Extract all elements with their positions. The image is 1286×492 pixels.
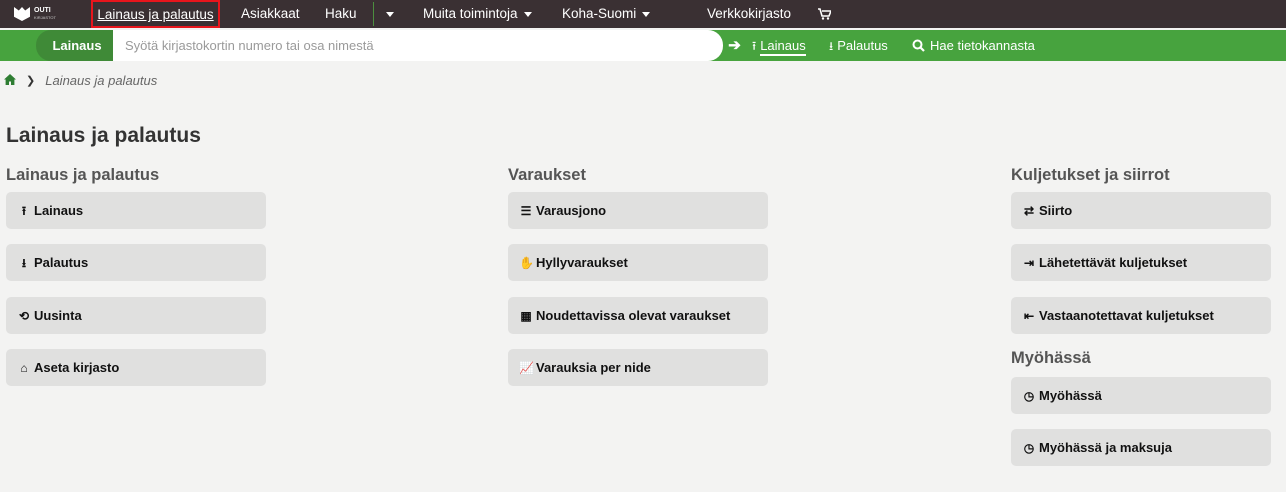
logo-subtext: KIRJASTOT xyxy=(34,15,56,20)
hold-ratios-button[interactable]: 📈 Varauksia per nide xyxy=(508,349,768,386)
checkout-link[interactable]: ⭱ Lainaus xyxy=(752,30,806,61)
search-mode-label: Lainaus xyxy=(36,30,118,61)
line-chart-icon: 📈 xyxy=(519,361,534,375)
home-icon: ⌂ xyxy=(20,361,28,375)
sign-out-icon: ⇥ xyxy=(1023,256,1035,270)
retweet-icon: ⟲ xyxy=(18,309,30,323)
download-icon: ⭳ xyxy=(829,39,834,53)
heading-transfers: Kuljetukset ja siirrot xyxy=(1011,166,1170,184)
home-icon[interactable] xyxy=(4,73,16,88)
heading-holds: Varaukset xyxy=(508,166,586,184)
nav-koha-suomi[interactable]: Koha-Suomi xyxy=(562,0,651,28)
sign-in-icon: ⇤ xyxy=(1023,309,1035,323)
top-navbar: OUTI KIRJASTOT Lainaus ja palautus Asiakk… xyxy=(0,0,1286,28)
hand-icon: ✋ xyxy=(519,256,534,270)
transfers-to-send-button[interactable]: ⇥ Lähetettävät kuljetukset xyxy=(1011,244,1271,281)
patron-search-input[interactable] xyxy=(113,30,723,61)
caret-down-icon xyxy=(386,11,394,17)
breadcrumb: ❯ Lainaus ja palautus xyxy=(4,72,157,88)
download-icon: ⭳ xyxy=(21,256,27,270)
logo-text: OUTI xyxy=(34,7,51,14)
arrow-right-icon[interactable]: ➔ xyxy=(726,37,743,54)
overdues-button[interactable]: ◷ Myöhässä xyxy=(1011,377,1271,414)
checkout-button[interactable]: ⭱ Lainaus xyxy=(6,192,266,229)
outi-logo[interactable]: OUTI KIRJASTOT xyxy=(14,6,66,22)
checkin-link[interactable]: ⭳ Palautus xyxy=(829,30,888,61)
upload-icon: ⭱ xyxy=(752,39,757,53)
catalog-search-link[interactable]: Hae tietokannasta xyxy=(912,30,1035,61)
tasks-icon: ☰ xyxy=(520,204,532,218)
cart-icon[interactable] xyxy=(818,0,833,28)
transfer-button[interactable]: ⇄ Siirto xyxy=(1011,192,1271,229)
heading-overdues: Myöhässä xyxy=(1011,349,1091,367)
upload-icon: ⭱ xyxy=(21,204,27,218)
transfers-to-receive-button[interactable]: ⇤ Vastaanotettavat kuljetukset xyxy=(1011,297,1271,334)
clock-icon: ◷ xyxy=(1023,441,1035,455)
search-icon xyxy=(912,39,925,52)
holds-to-pull-button[interactable]: ✋ Hyllyvaraukset xyxy=(508,244,768,281)
calendar-icon: ▦ xyxy=(520,309,532,323)
heading-circulation: Lainaus ja palautus xyxy=(6,166,160,184)
nav-divider xyxy=(373,2,374,26)
nav-search[interactable]: Haku xyxy=(325,0,357,28)
set-library-button[interactable]: ⌂ Aseta kirjasto xyxy=(6,349,266,386)
breadcrumb-current: Lainaus ja palautus xyxy=(45,72,158,88)
overdues-with-fines-button[interactable]: ◷ Myöhässä ja maksuja xyxy=(1011,429,1271,466)
checkin-button[interactable]: ⭳ Palautus xyxy=(6,244,266,281)
renew-button[interactable]: ⟲ Uusinta xyxy=(6,297,266,334)
nav-patrons[interactable]: Asiakkaat xyxy=(241,0,300,28)
nav-opac[interactable]: Verkkokirjasto xyxy=(707,0,791,28)
chevron-right-icon: ❯ xyxy=(26,74,36,87)
circulation-search-bar: Lainaus ➔ ⭱Lainaus ⭳Palautus Hae tietoka… xyxy=(0,30,1286,61)
search-options-dropdown[interactable] xyxy=(380,0,394,28)
caret-down-icon xyxy=(642,11,651,17)
clock-icon: ◷ xyxy=(1023,389,1035,403)
nav-more[interactable]: Muita toimintoja xyxy=(423,0,532,28)
page-title: Lainaus ja palautus xyxy=(6,124,201,147)
exchange-icon: ⇄ xyxy=(1023,204,1035,218)
logo-icon xyxy=(14,7,30,21)
holds-queue-button[interactable]: ☰ Varausjono xyxy=(508,192,768,229)
holds-awaiting-pickup-button[interactable]: ▦ Noudettavissa olevat varaukset xyxy=(508,297,768,334)
caret-down-icon xyxy=(523,11,532,17)
nav-circulation[interactable]: Lainaus ja palautus xyxy=(91,0,220,28)
